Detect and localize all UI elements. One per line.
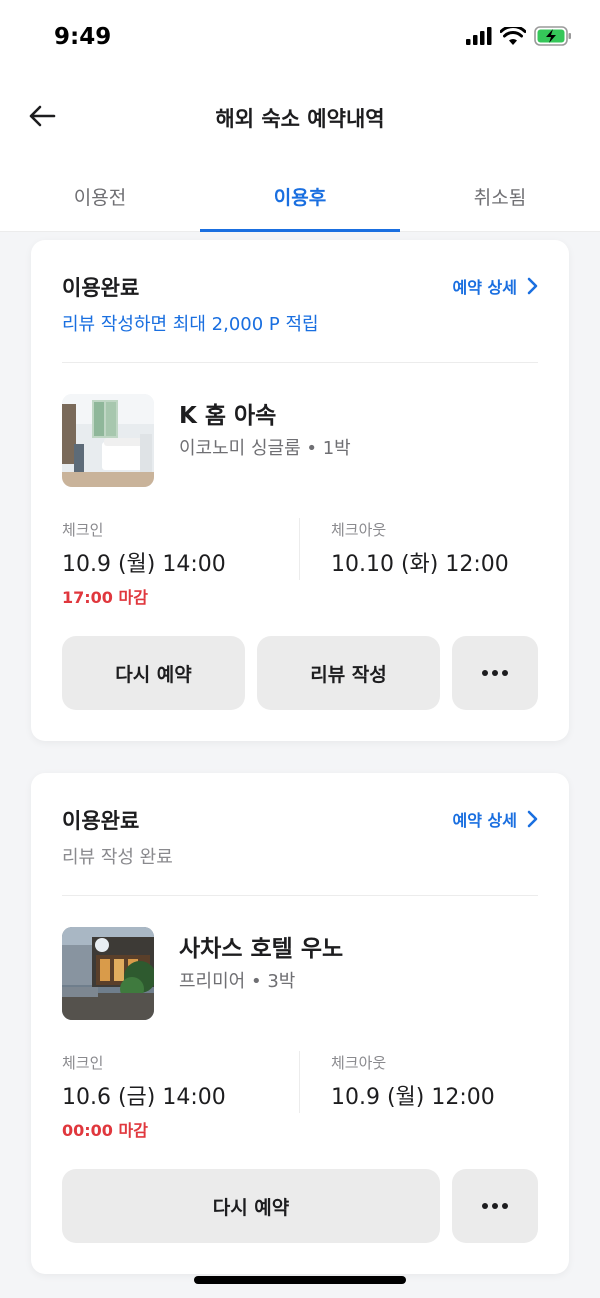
booking-status: 이용완료 [62,276,140,300]
write-review-button[interactable]: 리뷰 작성 [257,636,440,710]
more-options-button[interactable] [452,636,538,710]
status-time: 9:49 [54,24,112,50]
booking-detail-label: 예약 상세 [452,278,517,297]
top-area: 9:49 해외 숙소 예약내역 이용전 이용후 취소됨 [0,0,600,232]
checkout-datetime: 10.10 (화) 12:00 [331,552,509,577]
separator-dot: • [306,438,323,459]
more-options-button[interactable] [452,1169,538,1243]
checkin-label: 체크인 [62,1054,104,1072]
checkin-datetime: 10.6 (금) 14:00 [62,1085,226,1110]
review-status-text: 리뷰 작성 완료 [62,847,173,868]
booking-status: 이용완료 [62,809,140,833]
hotel-name[interactable]: K 홈 아속 [179,396,276,430]
tab-cancelled[interactable]: 취소됨 [400,160,600,232]
chevron-right-icon [527,810,538,828]
hotel-thumbnail[interactable] [62,927,154,1020]
separator-dot: • [250,971,268,992]
tab-bar: 이용전 이용후 취소됨 [0,160,600,232]
status-bar: 9:49 [0,0,600,76]
nights: 1박 [322,438,351,459]
booking-detail-label: 예약 상세 [452,811,517,830]
header: 해외 숙소 예약내역 [0,76,600,160]
home-indicator [194,1276,406,1284]
chevron-right-icon [527,277,538,295]
booking-detail-link[interactable]: 예약 상세 [453,274,539,298]
room-info: 프리미어 • 3박 [179,967,295,993]
divider [62,362,538,363]
nights: 3박 [267,971,296,992]
hotel-thumbnail[interactable] [62,394,154,487]
hotel-name[interactable]: 사차스 호텔 우노 [179,929,343,963]
rebook-button[interactable]: 다시 예약 [62,636,245,710]
signal-icon [466,27,492,45]
room-type: 프리미어 [179,971,246,992]
checkin-datetime: 10.9 (월) 14:00 [62,552,226,577]
tab-before-use[interactable]: 이용전 [0,160,200,232]
column-divider [299,1051,300,1113]
review-reward-text[interactable]: 리뷰 작성하면 최대 2,000 P 적립 [62,310,319,336]
more-dots-icon [482,1203,508,1209]
tab-after-use[interactable]: 이용후 [200,160,400,232]
booking-detail-link[interactable]: 예약 상세 [453,807,539,831]
checkout-datetime: 10.9 (월) 12:00 [331,1085,495,1110]
checkout-label: 체크아웃 [331,521,387,539]
checkout-label: 체크아웃 [331,1054,387,1072]
rebook-button[interactable]: 다시 예약 [62,1169,440,1243]
booking-card: 이용완료 예약 상세 리뷰 작성하면 최대 2,000 P 적립 K 홈 아속 … [31,240,569,741]
checkin-deadline: 00:00 마감 [62,1121,148,1140]
room-type: 이코노미 싱글룸 [179,438,301,459]
wifi-icon [500,26,526,45]
booking-card: 이용완료 예약 상세 리뷰 작성 완료 사차스 호텔 우노 프리미어 • 3박 [31,773,569,1274]
divider [62,895,538,896]
checkin-deadline: 17:00 마감 [62,588,148,607]
page-title: 해외 숙소 예약내역 [215,107,385,131]
column-divider [299,518,300,580]
status-icons [466,26,572,46]
checkin-label: 체크인 [62,521,104,539]
room-info: 이코노미 싱글룸 • 1박 [179,434,351,460]
battery-charging-icon [534,26,571,46]
more-dots-icon [482,670,508,676]
active-tab-indicator [200,229,400,232]
